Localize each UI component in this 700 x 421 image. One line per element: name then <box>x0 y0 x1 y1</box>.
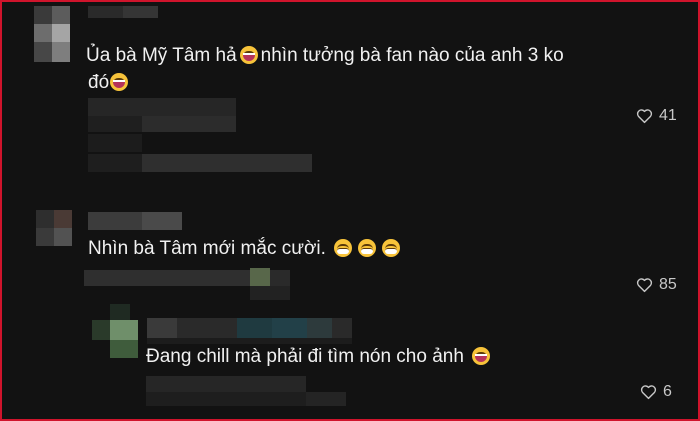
grinning-face-icon <box>333 239 352 257</box>
comment-1-text-part-3: đó <box>88 72 110 93</box>
like-count-3: 6 <box>663 383 672 400</box>
like-button-2[interactable]: 85 <box>636 276 677 294</box>
comment-1-text-part-1: Ủa bà Mỹ Tâm hả <box>86 45 237 66</box>
comment-2-text-body: Nhìn bà Tâm mới mắc cười. <box>88 238 326 259</box>
reply-1-text: Đang chill mà phải đi tìm nón cho ảnh <box>146 343 493 371</box>
comment-1-text: Ủa bà Mỹ Tâm hả nhìn tưởng bà fan nào của… <box>86 42 564 70</box>
laughing-face-icon <box>110 73 129 91</box>
heart-outline-icon <box>636 109 653 124</box>
heart-outline-icon <box>636 278 653 293</box>
laughing-face-icon <box>239 46 258 64</box>
reply-1-text-body: Đang chill mà phải đi tìm nón cho ảnh <box>146 346 464 367</box>
heart-outline-icon <box>640 385 657 400</box>
like-button-3[interactable]: 6 <box>640 383 672 401</box>
like-button-1[interactable]: 41 <box>636 107 677 125</box>
laughing-face-icon <box>471 347 490 365</box>
grinning-face-icon <box>357 239 376 257</box>
grinning-face-icon <box>381 239 400 257</box>
comment-1-text-part-2: nhìn tưởng bà fan nào của anh 3 ko <box>260 45 564 66</box>
comment-1-text-line-2: đó <box>88 69 131 97</box>
comment-section-screenshot: Ủa bà Mỹ Tâm hả nhìn tưởng bà fan nào của… <box>0 0 700 421</box>
like-count-1: 41 <box>659 107 677 124</box>
like-count-2: 85 <box>659 276 677 293</box>
comment-2-text: Nhìn bà Tâm mới mắc cười. <box>88 235 403 263</box>
